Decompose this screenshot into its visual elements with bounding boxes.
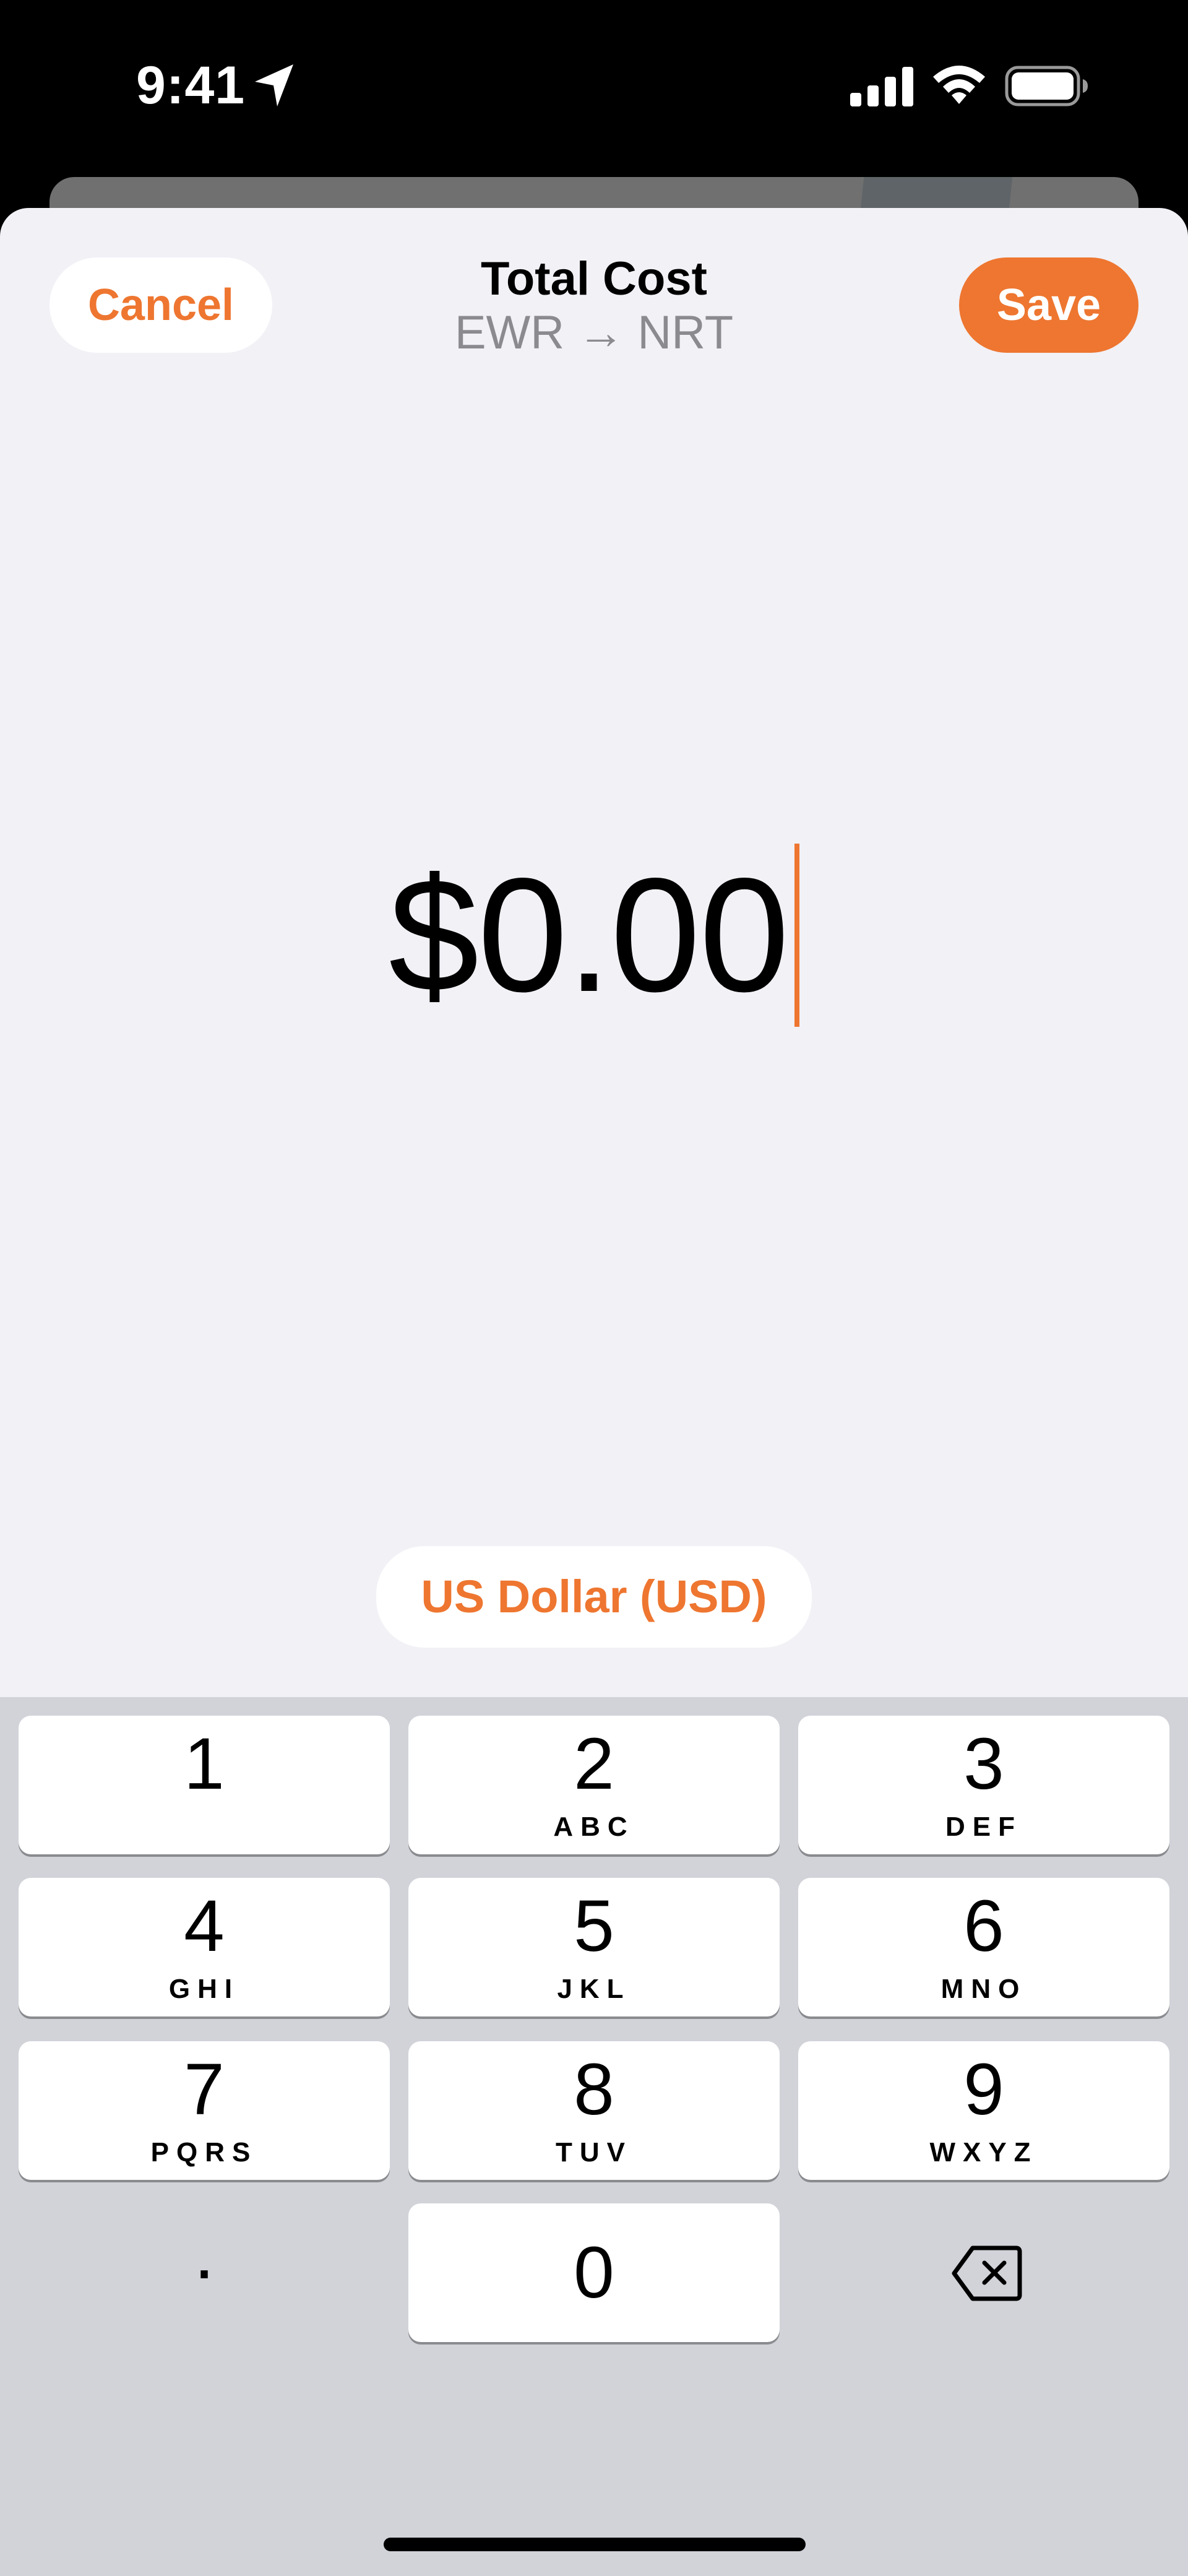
amount-value: $0.00 [389,844,790,1026]
key-letters: ABC [553,1812,635,1842]
key-letters: PQRS [150,2137,258,2168]
key-letters: GHI [168,1974,240,2004]
text-cursor [794,844,799,1027]
key-digit: 5 [574,1885,614,1967]
route-subtitle: EWR → NRT [454,306,734,359]
key-6[interactable]: 6 MNO [798,1878,1169,2016]
key-letters: DEF [945,1812,1022,1842]
currency-selector-button[interactable]: US Dollar (USD) [376,1546,812,1648]
key-7[interactable]: 7 PQRS [19,2041,390,2180]
wifi-icon [933,66,985,104]
key-digit: 4 [184,1885,225,1967]
key-letters: JKL [557,1974,631,2004]
key-0[interactable]: 0 [408,2203,780,2342]
status-time: 9:41 [136,56,246,115]
delete-key[interactable] [798,2203,1169,2342]
amount-input[interactable]: $0.00 [0,844,1188,1027]
home-indicator[interactable] [384,2538,806,2551]
key-digit: 1 [184,1723,225,1805]
key-5[interactable]: 5 JKL [408,1878,780,2016]
numeric-keypad: 1 2 ABC 3 DEF 4 GHI 5 JKL 6 MNO 7 PQRS 8… [0,1697,1188,2576]
key-digit: 6 [963,1885,1004,1967]
key-9[interactable]: 9 WXYZ [798,2041,1169,2180]
key-1[interactable]: 1 [19,1716,390,1854]
key-3[interactable]: 3 DEF [798,1716,1169,1854]
key-letters: WXYZ [929,2137,1038,2168]
key-letters: MNO [940,1974,1027,2004]
battery-icon [1005,66,1088,106]
status-bar: 9:41 [0,0,1188,179]
key-decimal[interactable]: . [19,2203,390,2342]
key-letters: TUV [556,2137,632,2168]
key-4[interactable]: 4 GHI [19,1878,390,2016]
key-digit: 0 [574,2232,614,2314]
cancel-button[interactable]: Cancel [50,257,272,353]
key-digit: 9 [963,2049,1004,2130]
key-digit: 2 [574,1723,614,1805]
location-arrow-icon [255,64,293,106]
key-8[interactable]: 8 TUV [408,2041,780,2180]
cost-entry-sheet: Cancel Total Cost EWR → NRT Save $0.00 U… [0,208,1188,1697]
key-digit: 8 [574,2049,614,2130]
save-button[interactable]: Save [959,257,1138,353]
key-digit: 3 [963,1723,1004,1805]
key-digit: 7 [184,2049,225,2130]
delete-backspace-icon [952,2245,1022,2301]
cellular-signal-icon [850,67,913,106]
key-2[interactable]: 2 ABC [408,1716,780,1854]
